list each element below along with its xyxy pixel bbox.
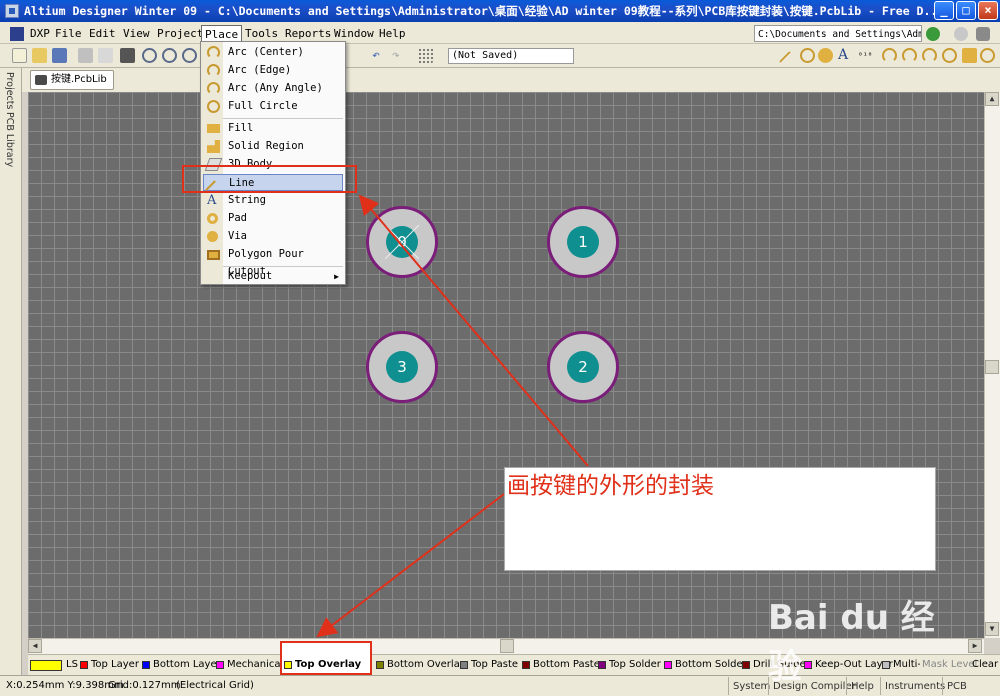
callout-text: 画按键的外形的封装: [507, 473, 714, 499]
annotation-callout: 画按键的外形的封装: [504, 467, 936, 571]
arrow-to-line-item: [358, 194, 589, 467]
arrow-to-top-overlay: [316, 493, 505, 638]
baidu-watermark: Bai du 经验: [768, 590, 948, 687]
